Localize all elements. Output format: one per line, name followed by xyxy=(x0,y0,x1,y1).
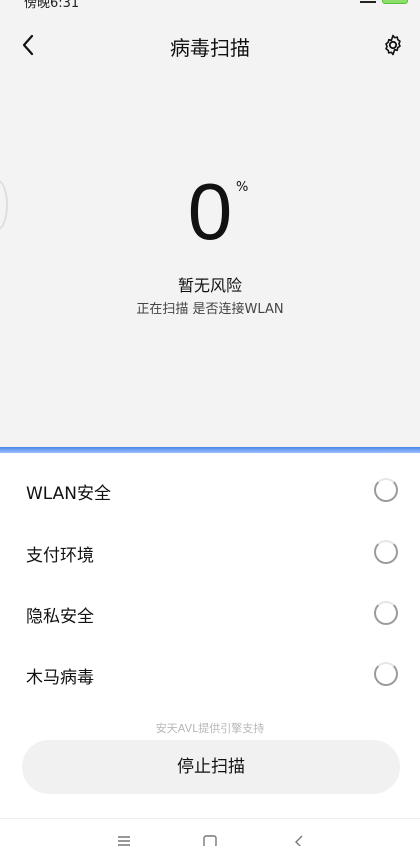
page-title: 病毒扫描 xyxy=(170,36,250,60)
engine-credit: 安天AVL提供引擎支持 xyxy=(155,722,265,735)
percent-symbol: % xyxy=(236,180,249,195)
scan-percent-value: 0 xyxy=(187,167,233,256)
status-bar: 傍晚6:31 82 xyxy=(0,0,420,11)
signal-icon xyxy=(360,0,376,3)
item-label: 木马病毒 xyxy=(26,668,94,688)
loading-spinner-icon xyxy=(374,478,398,502)
list-item: 支付环境 xyxy=(0,523,420,581)
loading-spinner-icon xyxy=(374,540,398,564)
status-time: 傍晚6:31 xyxy=(24,0,80,11)
back-icon[interactable] xyxy=(290,833,310,846)
risk-status: 暂无风险 xyxy=(177,276,242,295)
home-icon[interactable] xyxy=(200,833,220,846)
menu-icon[interactable] xyxy=(114,833,134,846)
scan-progress-display: 0 % xyxy=(0,168,420,258)
settings-button[interactable] xyxy=(378,30,408,60)
header: 病毒扫描 xyxy=(0,24,420,68)
list-item: WLAN安全 xyxy=(0,461,420,519)
list-item: 木马病毒 xyxy=(0,645,420,703)
battery-icon: 82 xyxy=(382,0,408,4)
item-label: 隐私安全 xyxy=(26,607,94,627)
stop-scan-button[interactable]: 停止扫描 xyxy=(22,740,400,794)
system-nav-bar xyxy=(0,818,420,846)
loading-spinner-icon xyxy=(374,662,398,686)
gear-icon xyxy=(385,34,401,56)
item-label: WLAN安全 xyxy=(26,484,112,504)
loading-spinner-icon xyxy=(374,601,398,625)
status-icons: 82 xyxy=(360,0,408,4)
list-item: 隐私安全 xyxy=(0,584,420,642)
scan-status-text: 正在扫描 是否连接WLAN xyxy=(136,302,284,317)
item-label: 支付环境 xyxy=(26,546,94,566)
